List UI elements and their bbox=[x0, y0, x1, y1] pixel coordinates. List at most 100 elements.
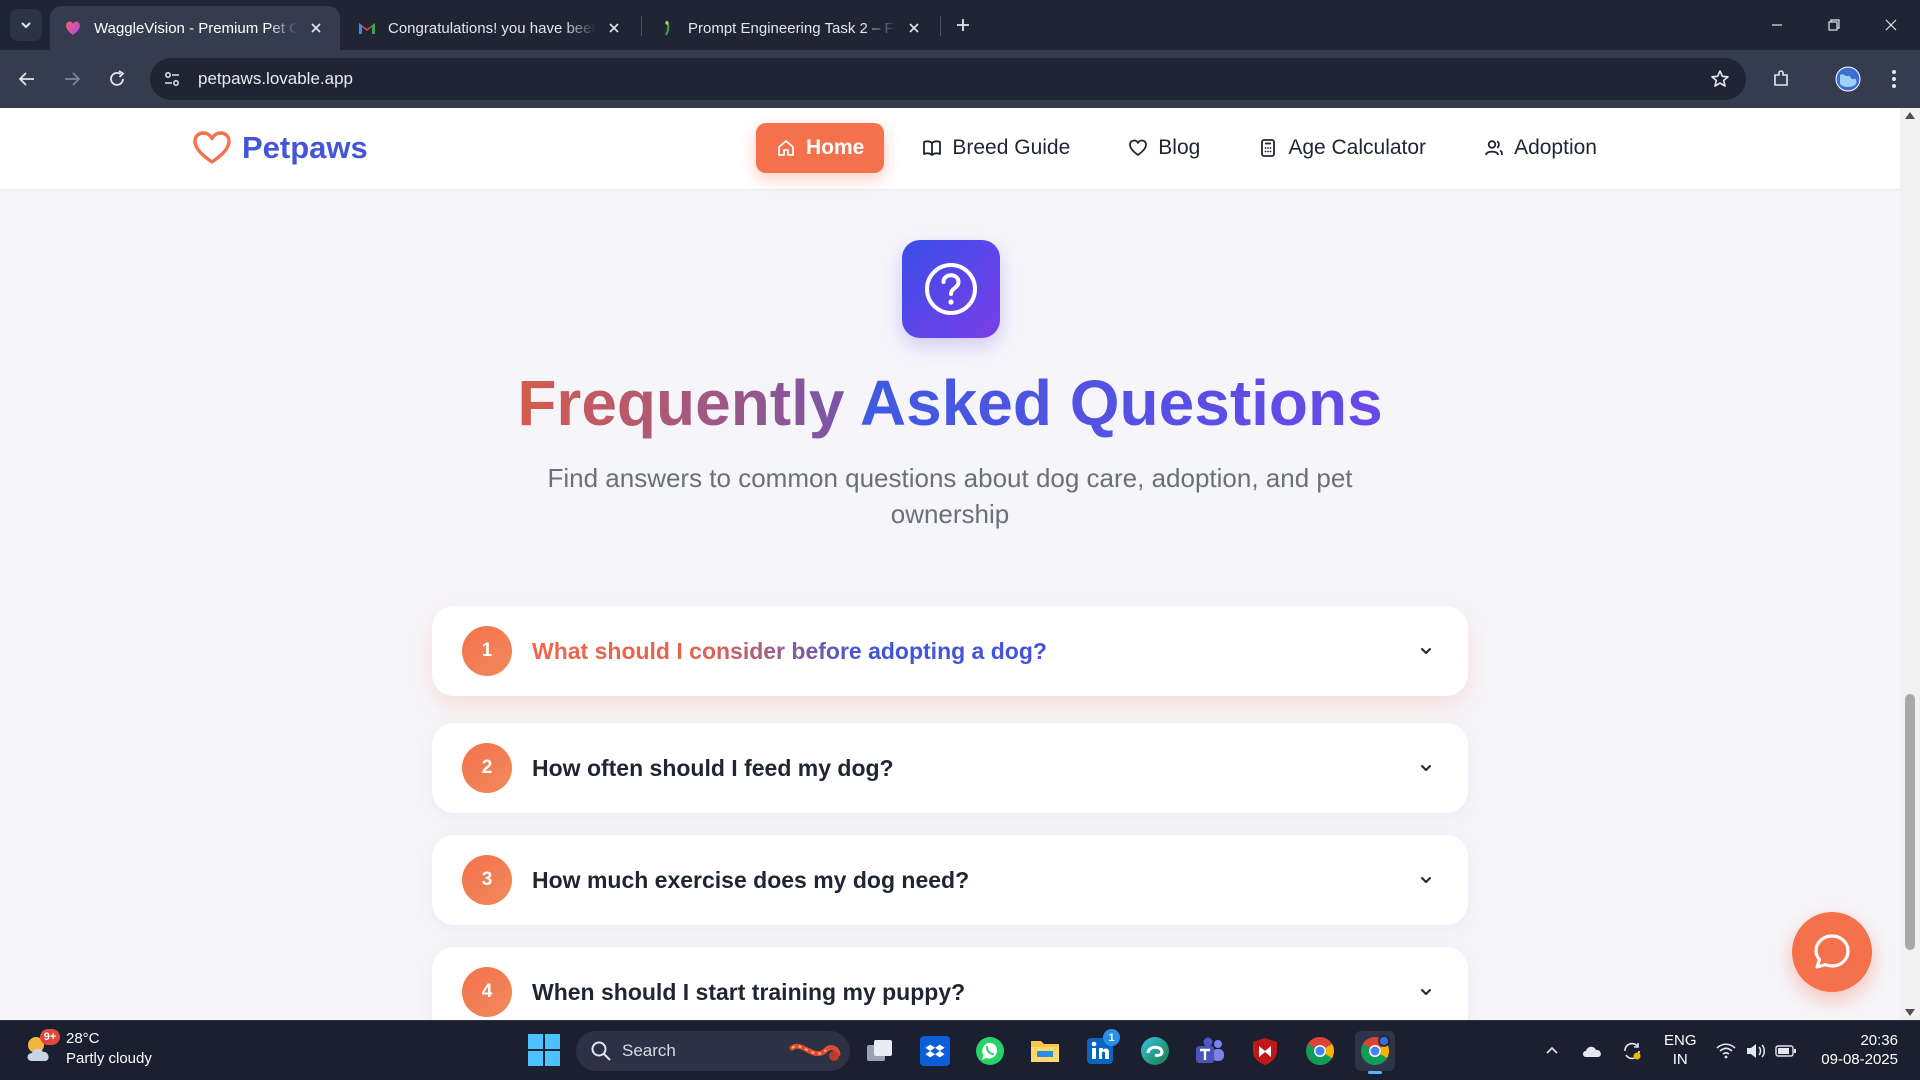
bookmark-star-icon[interactable] bbox=[1708, 67, 1732, 91]
tab-title: Congratulations! you have been bbox=[388, 19, 596, 37]
volume-tray-icon[interactable] bbox=[1744, 1039, 1768, 1063]
cloud-icon bbox=[1583, 1046, 1601, 1057]
reload-button[interactable] bbox=[101, 63, 133, 95]
calculator-icon bbox=[1261, 139, 1276, 157]
tab-wagglevision[interactable]: WaggleVision - Premium Pet Ca bbox=[50, 6, 340, 50]
task-view-icon bbox=[867, 1040, 892, 1061]
site-navbar: Petpaws Home Breed Guide Blog Age Calcul… bbox=[0, 108, 1900, 190]
windows-logo-tile bbox=[545, 1051, 560, 1066]
active-app-indicator bbox=[1368, 1071, 1382, 1074]
tab-gmail[interactable]: Congratulations! you have been bbox=[344, 6, 638, 50]
chrome-profile-taskbar-app[interactable] bbox=[1355, 1031, 1395, 1074]
windows-logo-tile bbox=[545, 1034, 560, 1049]
faq-item[interactable]: 4 When should I start training my puppy? bbox=[432, 947, 1468, 1020]
close-icon bbox=[1885, 19, 1897, 31]
faq-number-badge: 2 bbox=[462, 743, 512, 793]
weather-description: Partly cloudy bbox=[66, 1050, 152, 1067]
address-bar[interactable]: petpaws.lovable.app bbox=[150, 58, 1746, 100]
mcafee-shield-icon bbox=[1253, 1038, 1277, 1065]
battery-tray-icon[interactable] bbox=[1774, 1039, 1798, 1063]
heart-icon bbox=[1129, 139, 1148, 156]
nav-breed-guide[interactable]: Breed Guide bbox=[902, 123, 1090, 173]
edge-taskbar-app[interactable] bbox=[1135, 1031, 1175, 1071]
nav-age-calculator[interactable]: Age Calculator bbox=[1238, 123, 1446, 173]
tab-separator bbox=[641, 16, 642, 36]
main-navigation: Home Breed Guide Blog Age Calculator Ado… bbox=[756, 123, 1635, 173]
close-window-button[interactable] bbox=[1862, 0, 1920, 50]
taskbar-search[interactable]: Search bbox=[576, 1031, 850, 1071]
url-text[interactable]: petpaws.lovable.app bbox=[198, 69, 353, 89]
page-title: Frequently Asked Questions bbox=[0, 366, 1900, 440]
task-view-button[interactable] bbox=[860, 1031, 900, 1071]
start-button[interactable] bbox=[528, 1034, 560, 1066]
scroll-down-arrow[interactable] bbox=[1905, 1009, 1915, 1016]
heart-logo-icon bbox=[192, 128, 232, 168]
input-language-indicator[interactable]: ENG IN bbox=[1664, 1031, 1697, 1069]
onedrive-tray-icon[interactable] bbox=[1580, 1039, 1604, 1063]
chevron-down-icon[interactable] bbox=[1414, 980, 1438, 1004]
faq-item[interactable]: 2 How often should I feed my dog? bbox=[432, 723, 1468, 813]
linkedin-taskbar-app[interactable]: 1 bbox=[1080, 1029, 1120, 1071]
back-button[interactable] bbox=[11, 63, 43, 95]
nav-adoption[interactable]: Adoption bbox=[1464, 123, 1617, 173]
faq-question: What should I consider before adopting a… bbox=[532, 638, 1414, 665]
brand-name: Petpaws bbox=[242, 130, 368, 165]
puzzle-icon bbox=[1774, 70, 1788, 86]
close-tab-icon[interactable] bbox=[306, 18, 326, 38]
file-explorer-taskbar-app[interactable] bbox=[1025, 1031, 1065, 1071]
page-title-part1: Frequently bbox=[517, 367, 845, 439]
windows-logo-tile bbox=[528, 1034, 543, 1049]
scrollbar-thumb[interactable] bbox=[1905, 694, 1915, 950]
tab-separator bbox=[940, 16, 941, 36]
teams-taskbar-app[interactable] bbox=[1190, 1031, 1230, 1071]
reload-icon bbox=[110, 70, 125, 86]
whatsapp-icon bbox=[976, 1037, 1004, 1065]
minimize-button[interactable] bbox=[1748, 0, 1806, 50]
close-tab-icon[interactable] bbox=[904, 18, 924, 38]
show-hidden-icons-button[interactable] bbox=[1540, 1039, 1564, 1063]
chevron-down-icon bbox=[21, 22, 31, 29]
whatsapp-taskbar-app[interactable] bbox=[970, 1031, 1010, 1071]
language-code: ENG bbox=[1664, 1032, 1697, 1049]
chevron-down-icon[interactable] bbox=[1414, 868, 1438, 892]
profile-avatar[interactable] bbox=[1832, 63, 1864, 95]
tab-prompt-engineering[interactable]: Prompt Engineering Task 2 – Fu bbox=[644, 6, 938, 50]
wifi-tray-icon[interactable] bbox=[1714, 1039, 1738, 1063]
dropbox-taskbar-app[interactable] bbox=[915, 1031, 955, 1071]
weather-widget[interactable]: 9+ 28°C Partly cloudy bbox=[22, 1029, 152, 1069]
chat-button[interactable] bbox=[1792, 912, 1872, 992]
faq-item[interactable]: 1 What should I consider before adopting… bbox=[432, 606, 1468, 696]
search-highlight-illustration-icon bbox=[789, 1043, 841, 1061]
nav-home[interactable]: Home bbox=[756, 123, 885, 173]
weather-alert-badge: 9+ bbox=[40, 1029, 60, 1045]
restore-button[interactable] bbox=[1805, 0, 1863, 50]
clock-time: 20:36 bbox=[1860, 1032, 1898, 1049]
windows-taskbar: 9+ 28°C Partly cloudy Search 1 ENG IN 20… bbox=[0, 1020, 1920, 1080]
mcafee-taskbar-app[interactable] bbox=[1245, 1031, 1285, 1071]
scroll-up-arrow[interactable] bbox=[1905, 112, 1915, 119]
chevron-down-icon[interactable] bbox=[1414, 639, 1438, 663]
teams-icon bbox=[1196, 1037, 1224, 1063]
site-info-icon[interactable] bbox=[154, 61, 190, 97]
gmail-icon bbox=[358, 19, 376, 37]
new-tab-button[interactable] bbox=[950, 12, 976, 38]
page-scrollbar[interactable] bbox=[1900, 108, 1920, 1020]
faq-item[interactable]: 3 How much exercise does my dog need? bbox=[432, 835, 1468, 925]
nav-blog[interactable]: Blog bbox=[1108, 123, 1220, 173]
chrome-icon bbox=[1306, 1037, 1334, 1065]
home-icon bbox=[778, 140, 794, 156]
tab-search-button[interactable] bbox=[10, 9, 42, 41]
forward-button[interactable] bbox=[56, 63, 88, 95]
page-title-part2: Asked Questions bbox=[859, 367, 1383, 439]
system-clock[interactable]: 20:36 09-08-2025 bbox=[1814, 1031, 1898, 1069]
brand-logo-link[interactable]: Petpaws bbox=[192, 128, 368, 168]
extensions-button[interactable] bbox=[1765, 63, 1797, 95]
chevron-down-icon[interactable] bbox=[1414, 756, 1438, 780]
taskbar-search-label: Search bbox=[622, 1041, 676, 1060]
chrome-taskbar-app[interactable] bbox=[1300, 1031, 1340, 1071]
sync-tray-icon[interactable] bbox=[1620, 1039, 1644, 1063]
document-favicon-icon bbox=[658, 19, 676, 37]
close-tab-icon[interactable] bbox=[604, 18, 624, 38]
browser-menu-button[interactable] bbox=[1878, 63, 1910, 95]
faq-number-badge: 3 bbox=[462, 855, 512, 905]
